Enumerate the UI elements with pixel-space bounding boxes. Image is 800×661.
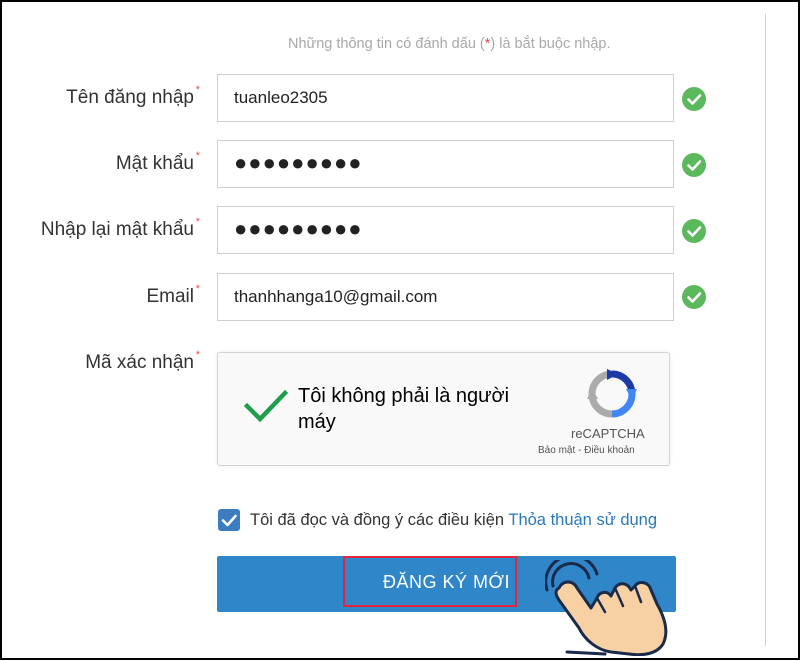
email-label: Email *: [146, 283, 200, 307]
username-input[interactable]: tuanleo2305: [217, 74, 674, 122]
email-input[interactable]: thanhhanga10@gmail.com: [217, 273, 674, 321]
captcha-label: Mã xác nhận *: [85, 349, 200, 373]
recaptcha-text: Tôi không phải là người máy: [298, 385, 510, 433]
recaptcha-logo-icon: [587, 369, 637, 424]
agreement-checkbox[interactable]: [218, 509, 240, 531]
check-circle-icon: [682, 153, 706, 177]
check-circle-icon: [682, 219, 706, 243]
required-marker: *: [195, 84, 200, 96]
check-circle-icon: [682, 285, 706, 309]
password-input[interactable]: ●●●●●●●●●: [217, 140, 674, 188]
check-circle-icon: [682, 87, 706, 111]
required-marker: *: [195, 283, 200, 295]
agreement-text: Tôi đã đọc và đồng ý các điều kiện Thỏa …: [250, 511, 658, 529]
recaptcha-links[interactable]: Bảo mật - Điều khoản: [538, 445, 635, 456]
password-label: Mật khẩu *: [115, 150, 200, 174]
recaptcha-brand: reCAPTCHA: [571, 426, 645, 441]
recaptcha-widget: Tôi không phải là người máy reCAPTCHA Bả…: [217, 352, 670, 466]
checkmark-icon[interactable]: [243, 389, 289, 428]
required-marker: *: [195, 349, 200, 361]
terms-link[interactable]: Thỏa thuận sử dụng: [508, 511, 657, 529]
confirm-password-input[interactable]: ●●●●●●●●●: [217, 206, 674, 254]
required-note: Những thông tin có đánh dấu (*) là bắt b…: [288, 36, 611, 52]
right-divider: [765, 14, 766, 646]
required-marker: *: [195, 150, 200, 162]
required-marker: *: [195, 216, 200, 228]
confirm-password-label: Nhập lại mật khẩu *: [40, 216, 200, 240]
hand-pointer-icon: [544, 554, 675, 661]
username-label: Tên đăng nhập *: [66, 84, 200, 108]
